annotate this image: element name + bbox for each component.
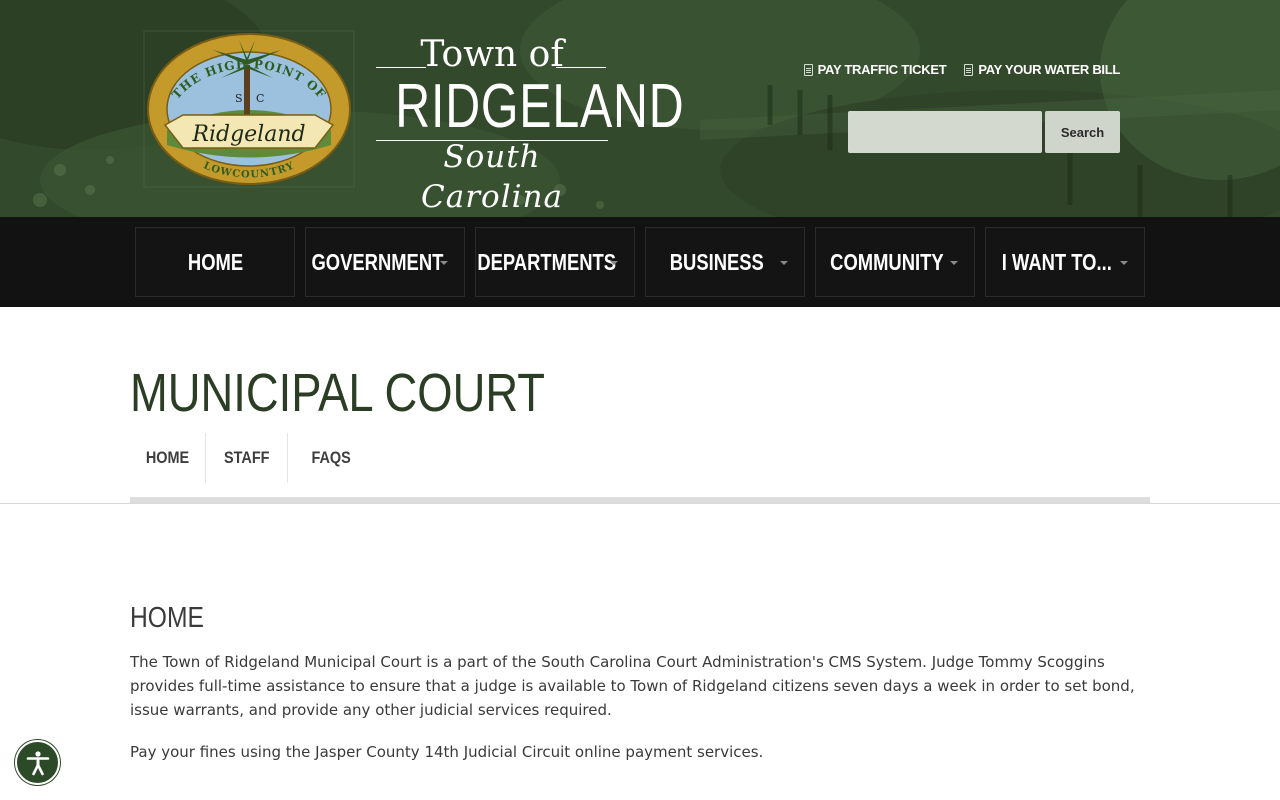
page-subnav: HOME STAFF FAQS	[130, 433, 374, 483]
accessibility-button[interactable]	[15, 740, 60, 785]
nav-item-label: BUSINESS	[669, 248, 765, 275]
quick-links: PAY TRAFFIC TICKET PAY YOUR WATER BILL	[803, 62, 1120, 77]
nav-item-label: HOME	[187, 248, 243, 275]
court-description-paragraph: The Town of Ridgeland Municipal Court is…	[130, 653, 1135, 719]
section-heading: HOME	[130, 602, 204, 634]
nav-item-label: DEPARTMENTS	[477, 248, 617, 275]
nav-item-community[interactable]: COMMUNITY	[815, 227, 975, 297]
pay-traffic-ticket-link[interactable]: PAY TRAFFIC TICKET	[803, 62, 947, 77]
site-header: S C Ridgeland THE HIGH POINT OF LOWCOUNT…	[0, 0, 1280, 217]
main-navigation: HOME GOVERNMENT DEPARTMENTS BUSINESS COM…	[0, 217, 1280, 307]
caret-down-icon	[1120, 261, 1128, 265]
search-button[interactable]: Search	[1045, 111, 1120, 153]
wordmark-town-of: Town of	[420, 34, 564, 75]
caret-down-icon	[780, 261, 788, 265]
subnav-item-label: FAQS	[311, 448, 351, 467]
svg-text:S: S	[235, 92, 243, 105]
subnav-item-faqs[interactable]: FAQS	[288, 433, 374, 483]
caret-down-icon	[440, 261, 448, 265]
caret-down-icon	[610, 261, 618, 265]
svg-text:C: C	[256, 92, 264, 105]
accessibility-person-icon	[26, 750, 49, 775]
search-input[interactable]	[848, 111, 1042, 153]
nav-item-departments[interactable]: DEPARTMENTS	[475, 227, 635, 297]
document-icon	[964, 63, 974, 76]
nav-item-label: COMMUNITY	[830, 248, 944, 275]
nav-item-business[interactable]: BUSINESS	[645, 227, 805, 297]
document-icon	[803, 63, 813, 76]
svg-text:Ridgeland: Ridgeland	[191, 122, 305, 147]
pay-traffic-ticket-label: PAY TRAFFIC TICKET	[817, 62, 947, 77]
wordmark-state: South Carolina	[421, 139, 563, 215]
pay-water-bill-link[interactable]: PAY YOUR WATER BILL	[964, 62, 1120, 77]
section-divider	[0, 503, 1280, 504]
subnav-item-label: STAFF	[223, 448, 270, 467]
subnav-item-label: HOME	[145, 448, 190, 467]
caret-down-icon	[950, 261, 958, 265]
town-wordmark[interactable]: Town of RIDGELAND South Carolina	[368, 34, 685, 215]
nav-item-home[interactable]: HOME	[135, 227, 295, 297]
nav-item-i-want-to[interactable]: I WANT TO...	[985, 227, 1145, 297]
nav-item-label: I WANT TO...	[1001, 248, 1113, 275]
subnav-item-staff[interactable]: STAFF	[206, 433, 288, 483]
nav-item-government[interactable]: GOVERNMENT	[305, 227, 465, 297]
pay-water-bill-label: PAY YOUR WATER BILL	[978, 62, 1120, 77]
nav-item-label: GOVERNMENT	[311, 248, 443, 275]
subnav-item-home[interactable]: HOME	[130, 433, 206, 483]
pay-fines-paragraph: Pay your fines using the Jasper County 1…	[130, 743, 764, 761]
town-seal-logo[interactable]: S C Ridgeland THE HIGH POINT OF LOWCOUNT…	[143, 30, 355, 188]
wordmark-town-name: RIDGELAND	[395, 72, 685, 141]
page-title: MUNICIPAL COURT	[130, 363, 545, 423]
